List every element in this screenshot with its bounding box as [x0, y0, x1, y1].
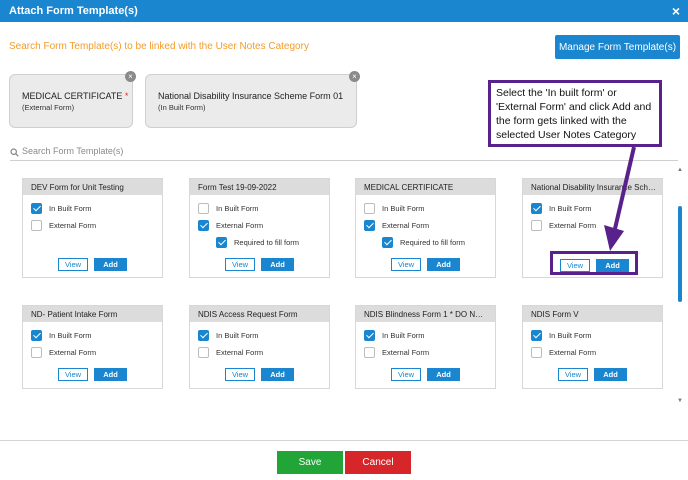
card-title: NDIS Access Request Form	[190, 306, 329, 322]
form-template-card: Form Test 19-09-2022 In Built Form Exter…	[189, 178, 330, 278]
search-icon	[10, 148, 19, 157]
view-button[interactable]: View	[225, 258, 255, 271]
view-button[interactable]: View	[58, 258, 88, 271]
in-built-checkbox[interactable]	[364, 202, 375, 214]
manage-form-templates-button[interactable]: Manage Form Template(s)	[555, 35, 680, 59]
remove-chip-icon[interactable]: ×	[125, 71, 136, 82]
search-input[interactable]	[22, 146, 662, 156]
scroll-up-icon[interactable]: ▲	[677, 167, 683, 173]
add-button[interactable]: Add	[261, 258, 294, 271]
external-checkbox[interactable]	[364, 219, 375, 231]
card-title: DEV Form for Unit Testing	[23, 179, 162, 195]
remove-chip-icon[interactable]: ×	[349, 71, 360, 82]
selected-form-type: (In Built Form)	[158, 103, 206, 112]
dialog-title: Attach Form Template(s)	[9, 5, 138, 17]
external-label: External Form	[382, 220, 430, 230]
in-built-checkbox[interactable]	[364, 329, 375, 341]
required-checkbox[interactable]	[216, 236, 227, 248]
selected-form-type: (External Form)	[22, 103, 75, 112]
external-label: External Form	[216, 347, 264, 357]
required-checkbox[interactable]	[382, 236, 393, 248]
in-built-label: In Built Form	[549, 330, 592, 340]
save-button[interactable]: Save	[277, 451, 343, 474]
scrollbar-thumb[interactable]	[678, 206, 682, 302]
external-checkbox[interactable]	[198, 219, 209, 231]
in-built-checkbox[interactable]	[198, 329, 209, 341]
form-template-card: NDIS Access Request Form In Built Form E…	[189, 305, 330, 389]
scrollbar[interactable]: ▲ ▼	[677, 167, 683, 410]
annotation-callout: Select the 'In built form' or 'External …	[488, 80, 662, 147]
in-built-label: In Built Form	[549, 203, 592, 213]
annotation-highlight-box	[550, 251, 638, 275]
selected-form-name: MEDICAL CERTIFICATE	[22, 91, 123, 101]
external-checkbox[interactable]	[198, 346, 209, 358]
view-button[interactable]: View	[225, 368, 255, 381]
dialog-footer: Save Cancel	[0, 440, 688, 480]
in-built-label: In Built Form	[382, 203, 425, 213]
card-title: Form Test 19-09-2022	[190, 179, 329, 195]
card-title: MEDICAL CERTIFICATE	[356, 179, 495, 195]
view-button[interactable]: View	[58, 368, 88, 381]
card-title: ND- Patient Intake Form	[23, 306, 162, 322]
in-built-checkbox[interactable]	[31, 202, 42, 214]
external-label: External Form	[549, 347, 597, 357]
in-built-checkbox[interactable]	[531, 329, 542, 341]
form-template-card: MEDICAL CERTIFICATE In Built Form Extern…	[355, 178, 496, 278]
external-checkbox[interactable]	[531, 219, 542, 231]
add-button[interactable]: Add	[427, 258, 460, 271]
external-checkbox[interactable]	[31, 346, 42, 358]
view-button[interactable]: View	[391, 258, 421, 271]
card-title: National Disability Insurance Sche...	[523, 179, 662, 195]
attach-form-template-dialog: Attach Form Template(s) × Search Form Te…	[0, 0, 688, 480]
in-built-checkbox[interactable]	[531, 202, 542, 214]
in-built-checkbox[interactable]	[198, 202, 209, 214]
view-button[interactable]: View	[391, 368, 421, 381]
required-label: Required to fill form	[400, 237, 466, 247]
annotation-arrow-icon	[604, 146, 636, 251]
required-label: Required to fill form	[234, 237, 300, 247]
external-checkbox[interactable]	[531, 346, 542, 358]
add-button[interactable]: Add	[94, 368, 127, 381]
form-template-card: DEV Form for Unit Testing In Built Form …	[22, 178, 163, 278]
form-template-card: ND- Patient Intake Form In Built Form Ex…	[22, 305, 163, 389]
required-star: *	[124, 91, 129, 101]
selected-form-chip: National Disability Insurance Scheme For…	[145, 71, 360, 128]
external-label: External Form	[549, 220, 597, 230]
close-icon[interactable]: ×	[672, 3, 680, 19]
in-built-label: In Built Form	[49, 330, 92, 340]
external-label: External Form	[49, 220, 97, 230]
in-built-label: In Built Form	[49, 203, 92, 213]
in-built-label: In Built Form	[216, 203, 259, 213]
external-label: External Form	[49, 347, 97, 357]
search-instructions: Search Form Template(s) to be linked wit…	[9, 41, 309, 52]
card-title: NDIS Blindness Form 1 * DO NOT ...	[356, 306, 495, 322]
in-built-label: In Built Form	[216, 330, 259, 340]
selected-form-name: National Disability Insurance Scheme For…	[158, 91, 344, 101]
search-bar	[10, 145, 678, 161]
cancel-button[interactable]: Cancel	[345, 451, 411, 474]
card-title: NDIS Form V	[523, 306, 662, 322]
add-button[interactable]: Add	[427, 368, 460, 381]
add-button[interactable]: Add	[94, 258, 127, 271]
add-button[interactable]: Add	[594, 368, 627, 381]
external-label: External Form	[382, 347, 430, 357]
view-button[interactable]: View	[558, 368, 588, 381]
scroll-down-icon[interactable]: ▼	[677, 398, 683, 404]
dialog-titlebar: Attach Form Template(s) ×	[0, 0, 688, 22]
form-template-card: NDIS Blindness Form 1 * DO NOT ... In Bu…	[355, 305, 496, 389]
external-checkbox[interactable]	[31, 219, 42, 231]
in-built-label: In Built Form	[382, 330, 425, 340]
in-built-checkbox[interactable]	[31, 329, 42, 341]
form-template-card: NDIS Form V In Built Form External Form …	[522, 305, 663, 389]
external-checkbox[interactable]	[364, 346, 375, 358]
add-button[interactable]: Add	[261, 368, 294, 381]
external-label: External Form	[216, 220, 264, 230]
selected-form-chip: MEDICAL CERTIFICATE * (External Form) ×	[9, 71, 136, 128]
